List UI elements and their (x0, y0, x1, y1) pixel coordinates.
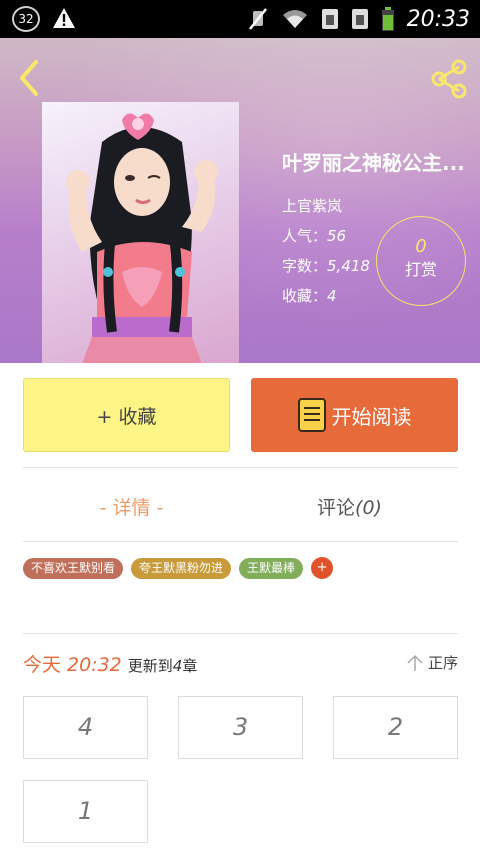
tip-button[interactable]: 0 打赏 (376, 216, 466, 306)
tip-label: 打赏 (404, 260, 437, 279)
book-icon (297, 398, 326, 432)
update-suffix: 章 (182, 657, 198, 675)
tab-comments-count: (0) (355, 497, 382, 519)
mute-icon (248, 8, 267, 30)
sim2-icon (351, 9, 368, 29)
divider (23, 541, 458, 542)
tag-chip[interactable]: 王默最棒 (239, 557, 304, 579)
warning-icon (53, 8, 75, 28)
book-header: 叶罗丽之神秘公主... 上官紫岚 人气：56 字数：5,418 收藏：4 0 打… (0, 38, 480, 363)
cover-illustration (66, 113, 218, 363)
update-text: 更新到4章 (128, 655, 198, 676)
start-reading-label: 开始阅读 (331, 404, 412, 429)
arrow-up-icon (407, 654, 423, 671)
battery-icon (381, 7, 394, 31)
popularity-label: 人气： (282, 227, 328, 245)
start-reading-button[interactable]: 开始阅读 (251, 378, 458, 452)
word-count-value: 5,418 (327, 257, 370, 275)
notification-count-badge: 32 (12, 6, 40, 32)
chapter-button[interactable]: 2 (333, 696, 458, 759)
update-day: 今天 (23, 654, 62, 676)
tag-list: 不喜欢王默别看 夸王默黑粉勿进 王默最棒 + (23, 557, 334, 579)
tag-chip[interactable]: 不喜欢王默别看 (23, 557, 124, 579)
wifi-icon (282, 10, 307, 28)
chapter-button[interactable]: 4 (23, 696, 148, 759)
sort-order-button[interactable]: 正序 (406, 652, 458, 673)
tag-chip[interactable]: 夸王默黑粉勿进 (131, 557, 232, 579)
book-title: 叶罗丽之神秘公主... (282, 151, 465, 175)
popularity-value: 56 (327, 227, 347, 245)
status-bar: 32 20:33 (0, 0, 480, 38)
add-tag-button[interactable]: + (311, 557, 334, 579)
favorites-label: 收藏： (282, 287, 328, 305)
chapter-button[interactable]: 1 (23, 780, 148, 843)
add-favorite-button[interactable]: + 收藏 (23, 378, 230, 452)
update-prefix: 更新到 (127, 657, 173, 675)
add-favorite-label: + 收藏 (96, 405, 157, 428)
book-cover-image (42, 102, 239, 363)
chapter-button[interactable]: 3 (178, 696, 303, 759)
favorites-value: 4 (327, 287, 337, 305)
divider (23, 633, 458, 634)
tip-count: 0 (415, 236, 427, 257)
share-icon[interactable] (428, 58, 470, 100)
clock: 20:33 (406, 6, 470, 32)
tab-comments[interactable]: 评论(0) (241, 486, 458, 530)
word-count-label: 字数： (282, 257, 328, 275)
back-button[interactable] (12, 58, 48, 98)
sim1-icon (321, 9, 338, 29)
book-author[interactable]: 上官紫岚 (282, 196, 480, 216)
divider (23, 467, 458, 468)
update-time: 20:32 (67, 654, 122, 676)
update-info: 今天 20:32 更新到4章 (23, 650, 197, 677)
sort-order-label: 正序 (427, 654, 458, 672)
tab-detail[interactable]: - 详情 - (23, 486, 240, 530)
tab-comments-label: 评论 (317, 497, 356, 519)
update-chapter-count: 4 (172, 657, 183, 675)
